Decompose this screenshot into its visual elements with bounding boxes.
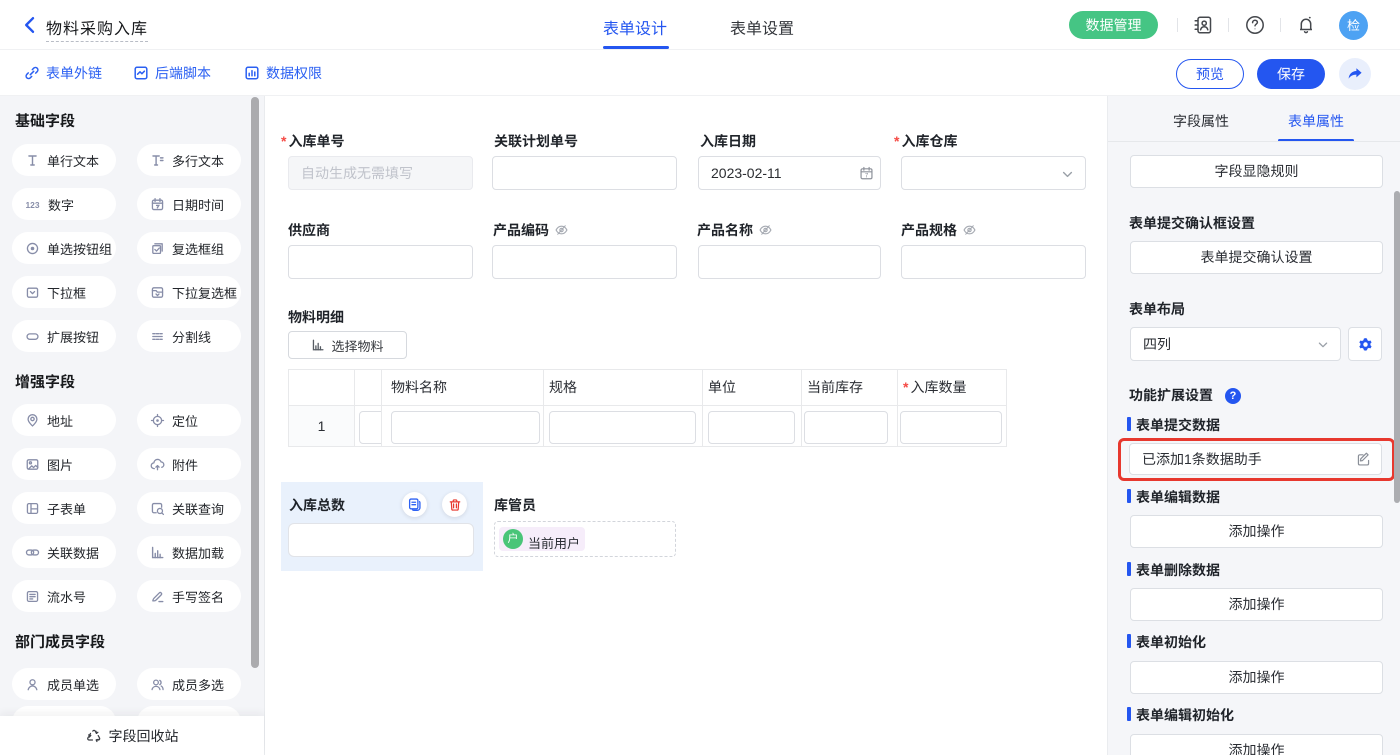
svg-text:7: 7 — [865, 172, 869, 179]
svg-text:123: 123 — [26, 199, 40, 209]
